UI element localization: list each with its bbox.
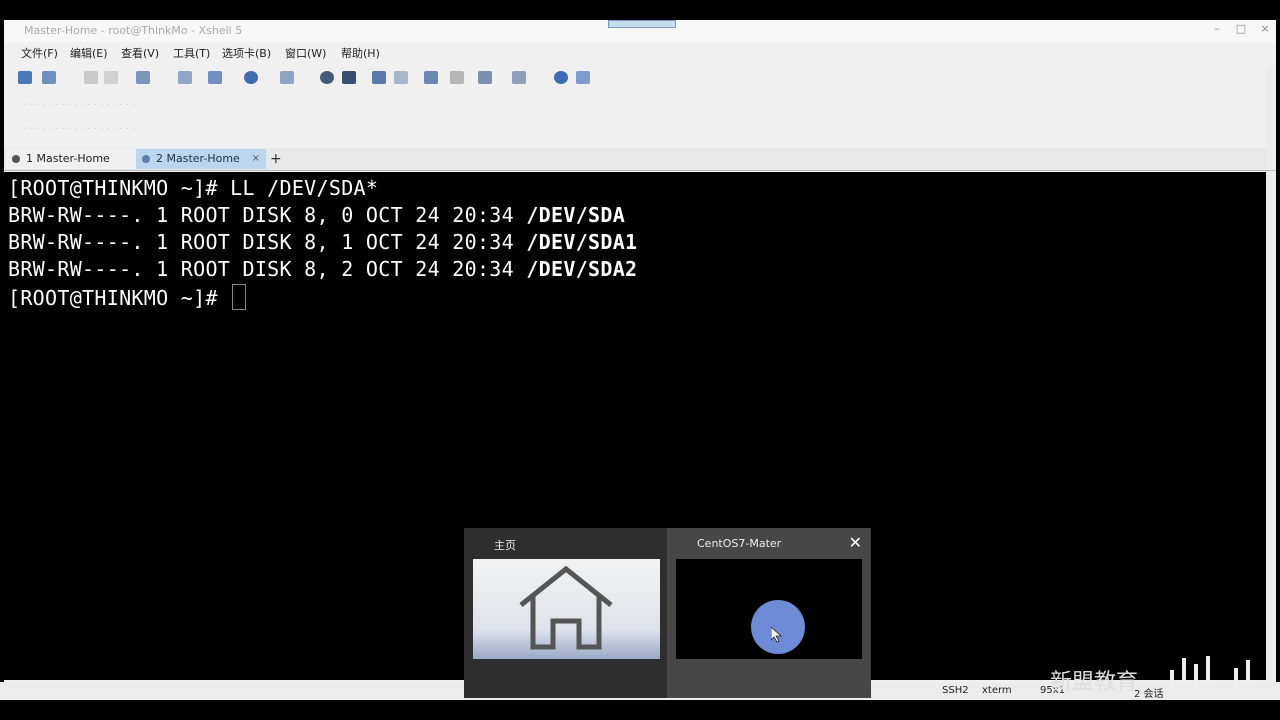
find-icon[interactable] <box>178 71 192 84</box>
tab-bar: 1 Master-Home 2 Master-Home × + <box>4 148 1276 171</box>
address-bar[interactable]: · · · · · · · · · · · · · · · · · · <box>24 100 135 111</box>
minimize-icon[interactable]: – <box>1210 22 1224 36</box>
xagent-icon[interactable] <box>342 71 356 84</box>
transfer-icon[interactable] <box>208 71 222 84</box>
help-icon[interactable] <box>554 71 568 84</box>
script-icon[interactable] <box>450 71 464 84</box>
device-path: /DEV/SDA2 <box>526 257 638 281</box>
home-preview-title: 主页 <box>494 539 516 552</box>
prompt-text: [ROOT@THINKMO ~]# <box>8 286 231 310</box>
maximize-icon[interactable]: □ <box>1234 22 1248 36</box>
command-text: [ROOT@THINKMO ~]# LL /DEV/SDA* <box>8 176 379 200</box>
tab-label: 1 Master-Home <box>26 152 110 165</box>
terminal-line: BRW-RW----. 1 ROOT DISK 8, 2 OCT 24 20:3… <box>8 257 637 281</box>
menu-tools[interactable]: 工具(T) <box>173 45 210 61</box>
screen: Master-Home - root@ThinkMo - Xshell 5 – … <box>0 0 1280 720</box>
centos-preview[interactable]: CentOS7-Mater ✕ <box>667 528 870 698</box>
add-tab-button[interactable]: + <box>270 149 282 169</box>
session-status-icon <box>12 155 20 163</box>
title-grip[interactable] <box>608 20 676 28</box>
menu-edit[interactable]: 编辑(E) <box>70 45 108 61</box>
device-path: /DEV/SDA1 <box>526 230 638 254</box>
home-thumbnail <box>473 559 660 659</box>
properties-icon[interactable] <box>136 71 150 84</box>
tab-label: 2 Master-Home <box>156 152 240 165</box>
watermark-logo <box>1160 654 1260 690</box>
copy-icon[interactable] <box>84 71 98 84</box>
terminal-cursor <box>232 284 247 310</box>
paste-icon[interactable] <box>104 71 118 84</box>
xftp-icon[interactable] <box>320 71 334 84</box>
close-window-icon[interactable]: × <box>1258 22 1272 36</box>
taskbar-preview-popup: 主页 CentOS7-Mater ✕ <box>464 528 871 698</box>
tile-icon[interactable] <box>512 71 526 84</box>
house-icon <box>519 565 613 650</box>
output-text: BRW-RW----. 1 ROOT DISK 8, 1 OCT 24 20:3… <box>8 230 527 254</box>
home-preview[interactable]: 主页 <box>464 528 667 698</box>
toolbar <box>4 66 1276 90</box>
chat-icon[interactable] <box>576 71 590 84</box>
font-icon[interactable] <box>280 71 294 84</box>
watermark-text: 新盟教育 <box>1050 670 1139 695</box>
terminal-line: [ROOT@THINKMO ~]# LL /DEV/SDA* <box>8 176 378 200</box>
globe-icon[interactable] <box>244 71 258 84</box>
tab-scrollbar[interactable] <box>1266 150 1276 170</box>
output-text: BRW-RW----. 1 ROOT DISK 8, 0 OCT 24 20:3… <box>8 203 527 227</box>
layout-icon[interactable] <box>478 71 492 84</box>
session-status-icon <box>142 155 150 163</box>
keyboard-icon[interactable] <box>424 71 438 84</box>
terminal-line: BRW-RW----. 1 ROOT DISK 8, 0 OCT 24 20:3… <box>8 203 625 227</box>
terminal-line: [ROOT@THINKMO ~]# <box>8 284 247 310</box>
open-session-icon[interactable] <box>42 71 56 84</box>
mouse-pointer-icon <box>771 627 783 643</box>
menu-tabs[interactable]: 选项卡(B) <box>222 45 271 61</box>
menu-file[interactable]: 文件(F) <box>21 45 58 61</box>
menu-help[interactable]: 帮助(H) <box>341 45 380 61</box>
terminal-line: BRW-RW----. 1 ROOT DISK 8, 1 OCT 24 20:3… <box>8 230 637 254</box>
menu-view[interactable]: 查看(V) <box>121 45 159 61</box>
menu-window[interactable]: 窗口(W) <box>285 45 326 61</box>
close-preview-icon[interactable]: ✕ <box>849 533 862 552</box>
lock-icon[interactable] <box>394 71 408 84</box>
title-bar: Master-Home - root@ThinkMo - Xshell 5 – … <box>4 20 1276 42</box>
device-path: /DEV/SDA <box>526 203 626 227</box>
new-session-icon[interactable] <box>18 71 32 84</box>
terminal-scrollbar[interactable] <box>1266 172 1276 680</box>
protocol-status: SSH2 <box>942 685 969 696</box>
centos-thumbnail <box>676 559 862 659</box>
centos-preview-title: CentOS7-Mater <box>697 537 782 550</box>
tab-close-icon[interactable]: × <box>252 149 260 169</box>
quick-command-bar[interactable]: · · · · · · · · · · · · · · · · · · <box>24 124 135 135</box>
window-title: Master-Home - root@ThinkMo - Xshell 5 <box>24 24 243 37</box>
fullscreen-icon[interactable] <box>372 71 386 84</box>
menu-bar: 文件(F) 编辑(E) 查看(V) 工具(T) 选项卡(B) 窗口(W) 帮助(… <box>4 42 1276 64</box>
tab-master-home-2[interactable]: 2 Master-Home × <box>136 149 266 169</box>
terminal-type-status: xterm <box>982 685 1012 696</box>
tab-master-home-1[interactable]: 1 Master-Home <box>6 149 136 169</box>
output-text: BRW-RW----. 1 ROOT DISK 8, 2 OCT 24 20:3… <box>8 257 527 281</box>
